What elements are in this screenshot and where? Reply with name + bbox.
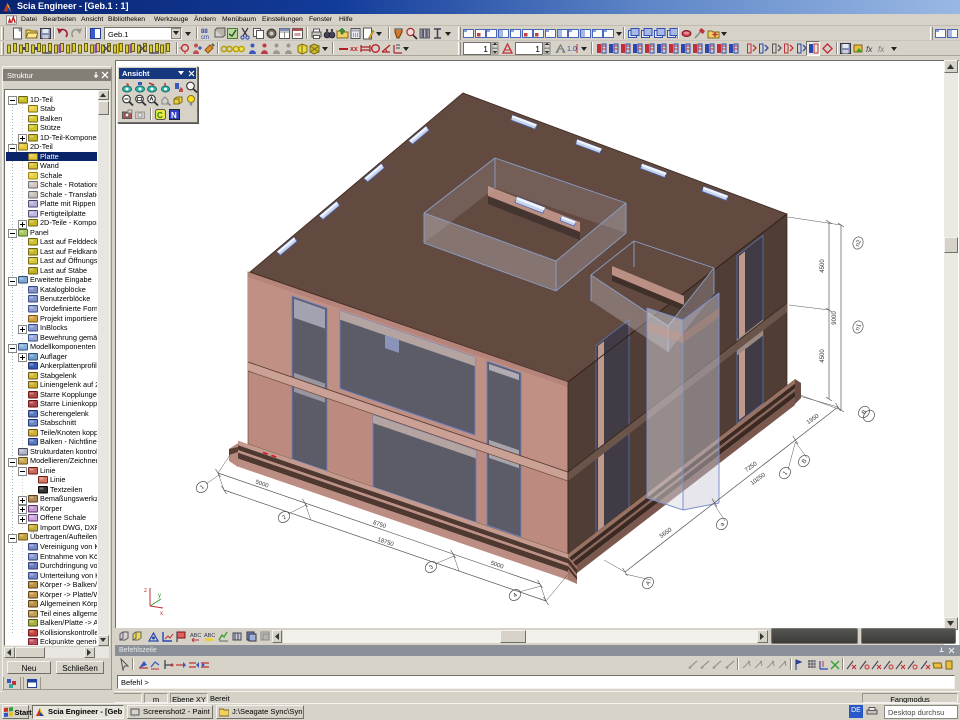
- svg-text:A: A: [645, 580, 652, 587]
- svg-text:5650: 5650: [659, 527, 674, 540]
- svg-text:4500: 4500: [820, 259, 826, 273]
- svg-text:10250: 10250: [750, 472, 768, 487]
- svg-text:xx: xx: [350, 46, 358, 53]
- svg-text:4500: 4500: [820, 349, 826, 363]
- svg-text:ABC: ABC: [190, 633, 201, 639]
- svg-text:x: x: [160, 611, 163, 617]
- svg-text:3: 3: [428, 564, 435, 571]
- svg-text:18750: 18750: [376, 537, 394, 548]
- svg-text:1950: 1950: [806, 413, 821, 426]
- svg-text:z: z: [144, 588, 147, 594]
- svg-text:B: B: [861, 409, 868, 416]
- svg-text:a: a: [719, 521, 726, 528]
- svg-text:1.0: 1.0: [567, 46, 577, 53]
- svg-text:1: 1: [199, 484, 206, 491]
- svg-text:9000: 9000: [832, 311, 838, 325]
- svg-text:C: C: [157, 111, 163, 120]
- svg-text:fx: fx: [878, 45, 885, 54]
- svg-text:7250: 7250: [744, 461, 759, 474]
- svg-text:B: B: [801, 458, 808, 465]
- svg-text:2: 2: [281, 514, 288, 521]
- svg-text:N: N: [171, 111, 177, 120]
- svg-text:cm: cm: [201, 35, 209, 40]
- svg-text:y: y: [158, 593, 161, 599]
- svg-text:4: 4: [512, 592, 519, 599]
- svg-text:fx: fx: [866, 45, 873, 54]
- svg-text:1: 1: [782, 470, 789, 477]
